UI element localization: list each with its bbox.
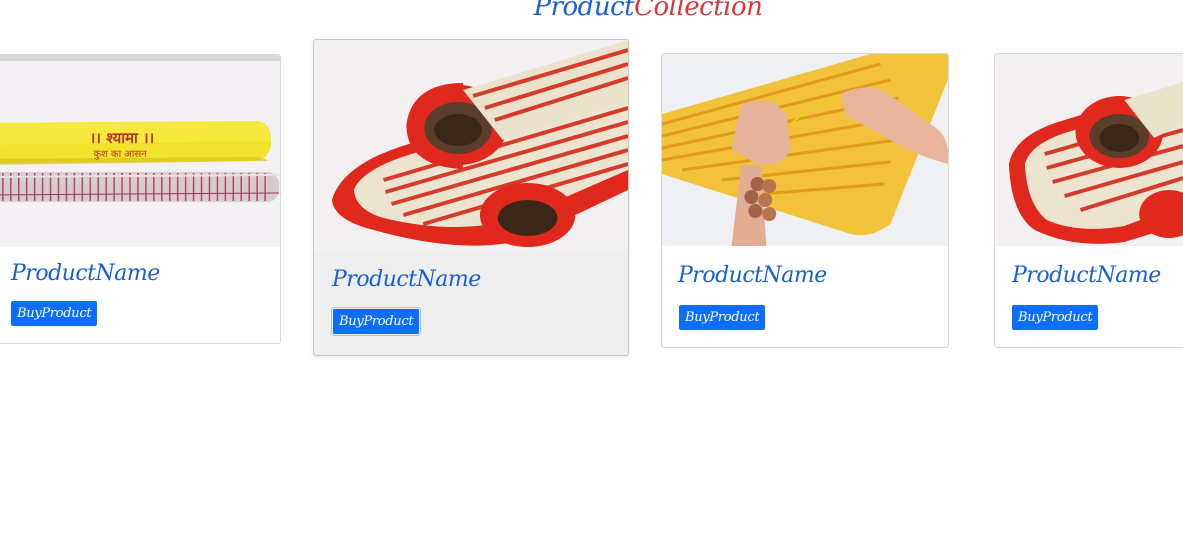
package-line2: कुश का आसन xyxy=(93,149,147,160)
product-image[interactable] xyxy=(995,54,1183,246)
product-name[interactable]: ProductName xyxy=(1012,263,1161,288)
heading-product-word: Product xyxy=(533,0,635,22)
buy-product-button[interactable]: BuyProduct xyxy=(679,305,766,330)
product-card[interactable]: ProductName BuyProduct xyxy=(313,39,629,356)
product-name[interactable]: ProductName xyxy=(332,267,481,292)
product-name[interactable]: ProductName xyxy=(678,263,827,288)
heading-collection-word: Collection xyxy=(634,0,763,22)
product-image[interactable]: ।। श्यामा ।। कुश का आसन xyxy=(0,55,280,247)
buy-product-button[interactable]: BuyProduct xyxy=(11,301,98,326)
buy-product-button[interactable]: BuyProduct xyxy=(1012,305,1099,330)
product-image[interactable] xyxy=(662,54,948,246)
product-card[interactable]: ।। श्यामा ।। कुश का आसन ProductName BuyP… xyxy=(0,54,281,344)
product-card[interactable]: ProductName BuyProduct xyxy=(661,53,949,348)
package-line1: ।। श्यामा ।। xyxy=(90,129,155,147)
product-image[interactable] xyxy=(314,40,628,250)
collection-heading: ProductCollection xyxy=(0,0,1183,22)
product-card[interactable]: ProductName BuyProduct xyxy=(994,53,1183,348)
product-name[interactable]: ProductName xyxy=(11,261,160,286)
buy-product-button[interactable]: BuyProduct xyxy=(330,307,422,336)
